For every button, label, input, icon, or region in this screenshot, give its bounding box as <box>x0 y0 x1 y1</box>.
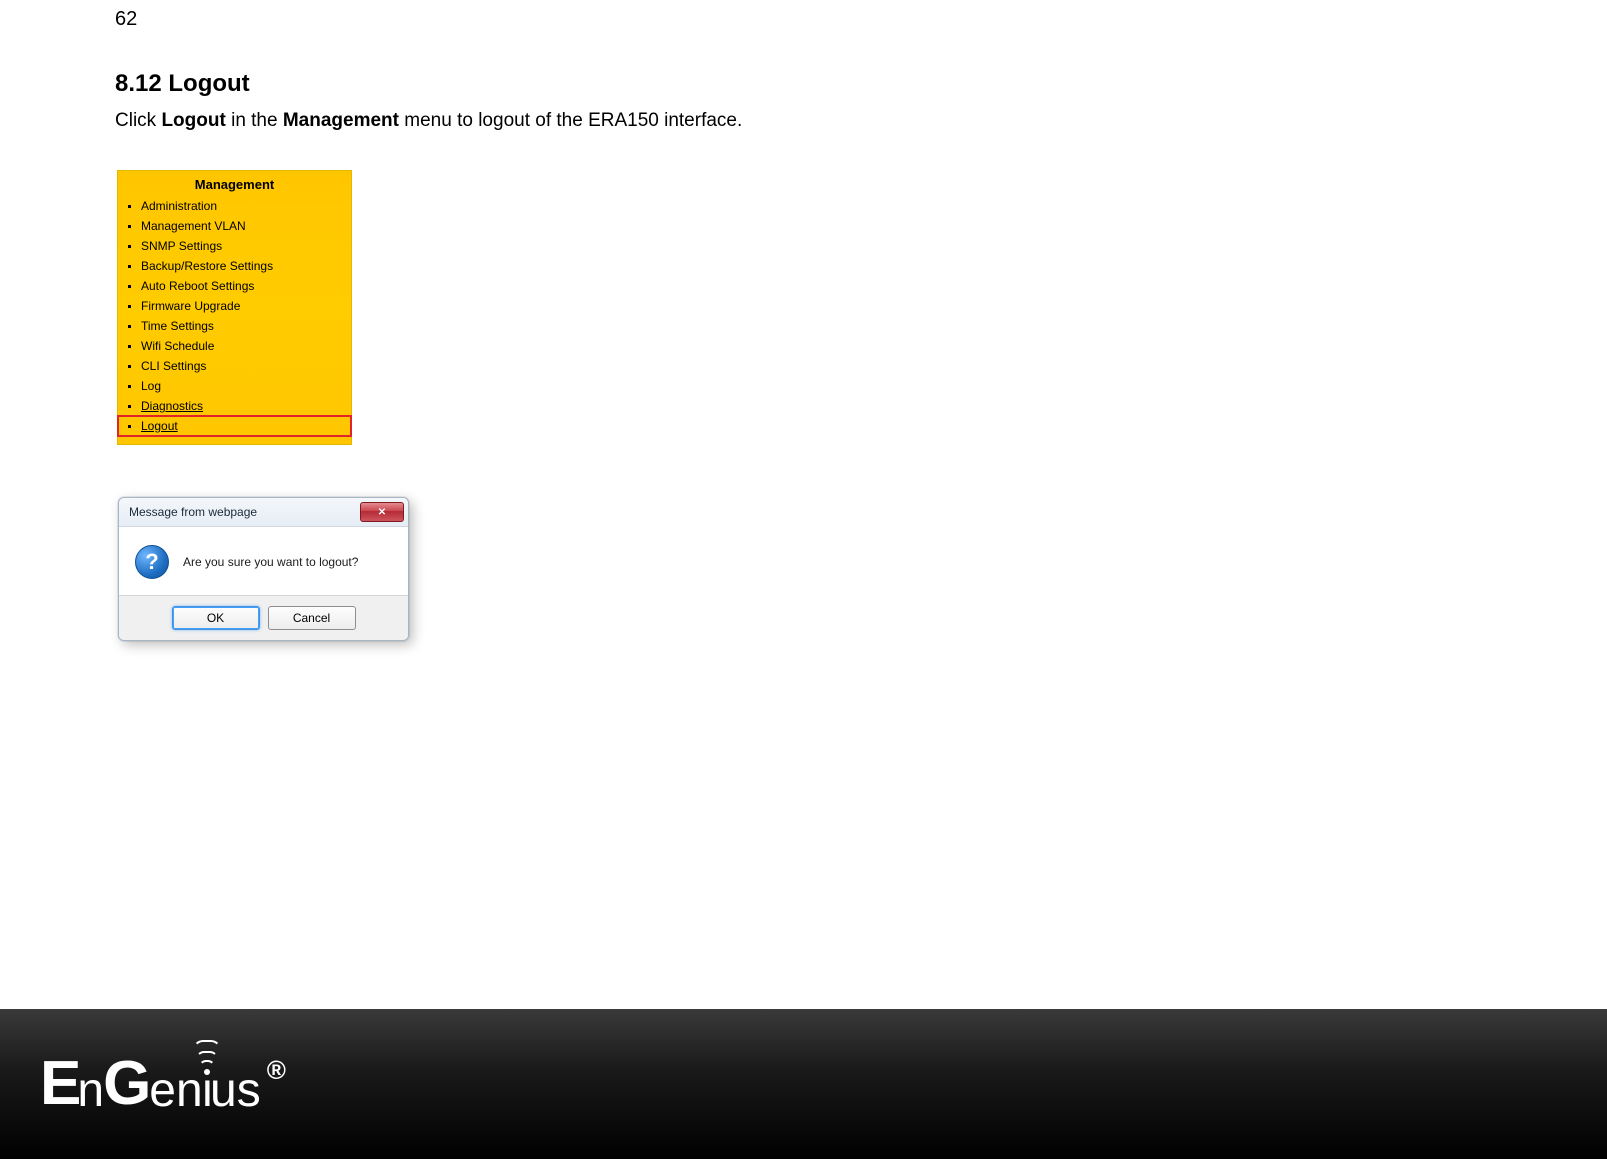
close-button[interactable]: ✕ <box>360 502 404 522</box>
logo-letter: G <box>103 1053 151 1115</box>
page-number: 62 <box>115 8 137 31</box>
menu-item-firmware-upgrade[interactable]: Firmware Upgrade <box>118 296 351 316</box>
menu-item-log[interactable]: Log <box>118 376 351 396</box>
menu-item-time-settings[interactable]: Time Settings <box>118 316 351 336</box>
bullet-icon <box>128 225 131 228</box>
section-intro: Click Logout in the Management menu to l… <box>115 108 1485 135</box>
menu-item-label: SNMP Settings <box>141 237 222 255</box>
bullet-icon <box>128 325 131 328</box>
menu-item-wifi-schedule[interactable]: Wifi Schedule <box>118 336 351 356</box>
menu-item-backup-restore[interactable]: Backup/Restore Settings <box>118 256 351 276</box>
menu-item-label: CLI Settings <box>141 357 206 375</box>
menu-item-auto-reboot[interactable]: Auto Reboot Settings <box>118 276 351 296</box>
menu-item-label: Diagnostics <box>141 397 203 415</box>
intro-text: in the <box>226 110 283 131</box>
logo-letter: n <box>77 1067 104 1115</box>
registered-mark: ® <box>267 1055 286 1086</box>
bullet-icon <box>128 205 131 208</box>
intro-text: Click <box>115 110 161 131</box>
dialog-title: Message from webpage <box>129 505 257 519</box>
menu-item-label: Time Settings <box>141 317 214 335</box>
menu-item-label: Management VLAN <box>141 217 246 235</box>
cancel-button[interactable]: Cancel <box>268 606 356 630</box>
menu-item-diagnostics[interactable]: Diagnostics <box>118 396 351 416</box>
bullet-icon <box>128 405 131 408</box>
brand-logo: E n G en ı us ® <box>40 1053 286 1115</box>
section: 8.12 Logout Click Logout in the Manageme… <box>115 70 1485 135</box>
menu-item-label: Logout <box>141 417 178 435</box>
confirm-dialog: Message from webpage ✕ ? Are you sure yo… <box>118 497 409 641</box>
bullet-icon <box>128 265 131 268</box>
close-icon: ✕ <box>378 507 386 518</box>
menu-item-label: Wifi Schedule <box>141 337 214 355</box>
dialog-body: ? Are you sure you want to logout? <box>119 527 408 595</box>
bullet-icon <box>128 345 131 348</box>
dialog-buttons: OK Cancel <box>119 595 408 640</box>
intro-text: menu to logout of the ERA150 interface. <box>399 110 742 131</box>
footer: E n G en ı us ® <box>0 1009 1607 1159</box>
menu-item-label: Administration <box>141 197 217 215</box>
menu-item-label: Firmware Upgrade <box>141 297 240 315</box>
menu-item-snmp-settings[interactable]: SNMP Settings <box>118 236 351 256</box>
menu-item-label: Backup/Restore Settings <box>141 257 273 275</box>
menu-item-label: Log <box>141 377 161 395</box>
brand-wordmark: E n G en ı us <box>40 1053 261 1115</box>
dialog-message: Are you sure you want to logout? <box>183 555 358 569</box>
management-menu: Management Administration Management VLA… <box>117 170 352 445</box>
bullet-icon <box>128 245 131 248</box>
menu-item-administration[interactable]: Administration <box>118 196 351 216</box>
dialog-titlebar: Message from webpage ✕ <box>119 498 408 527</box>
bullet-icon <box>128 285 131 288</box>
bullet-icon <box>128 425 131 428</box>
bullet-icon <box>128 305 131 308</box>
menu-item-label: Auto Reboot Settings <box>141 277 254 295</box>
question-icon: ? <box>135 545 169 579</box>
menu-item-cli-settings[interactable]: CLI Settings <box>118 356 351 376</box>
document-page: 62 8.12 Logout Click Logout in the Manag… <box>0 0 1607 1159</box>
intro-bold-management: Management <box>283 110 399 131</box>
wifi-icon <box>193 1040 221 1075</box>
menu-title: Management <box>118 177 351 192</box>
menu-item-management-vlan[interactable]: Management VLAN <box>118 216 351 236</box>
section-heading: 8.12 Logout <box>115 70 1485 98</box>
logo-letter-i: ı <box>201 1067 214 1115</box>
ok-button[interactable]: OK <box>172 606 260 630</box>
bullet-icon <box>128 385 131 388</box>
intro-bold-logout: Logout <box>161 110 225 131</box>
menu-item-logout[interactable]: Logout <box>118 416 351 436</box>
logo-letter: E <box>40 1053 79 1115</box>
bullet-icon <box>128 365 131 368</box>
